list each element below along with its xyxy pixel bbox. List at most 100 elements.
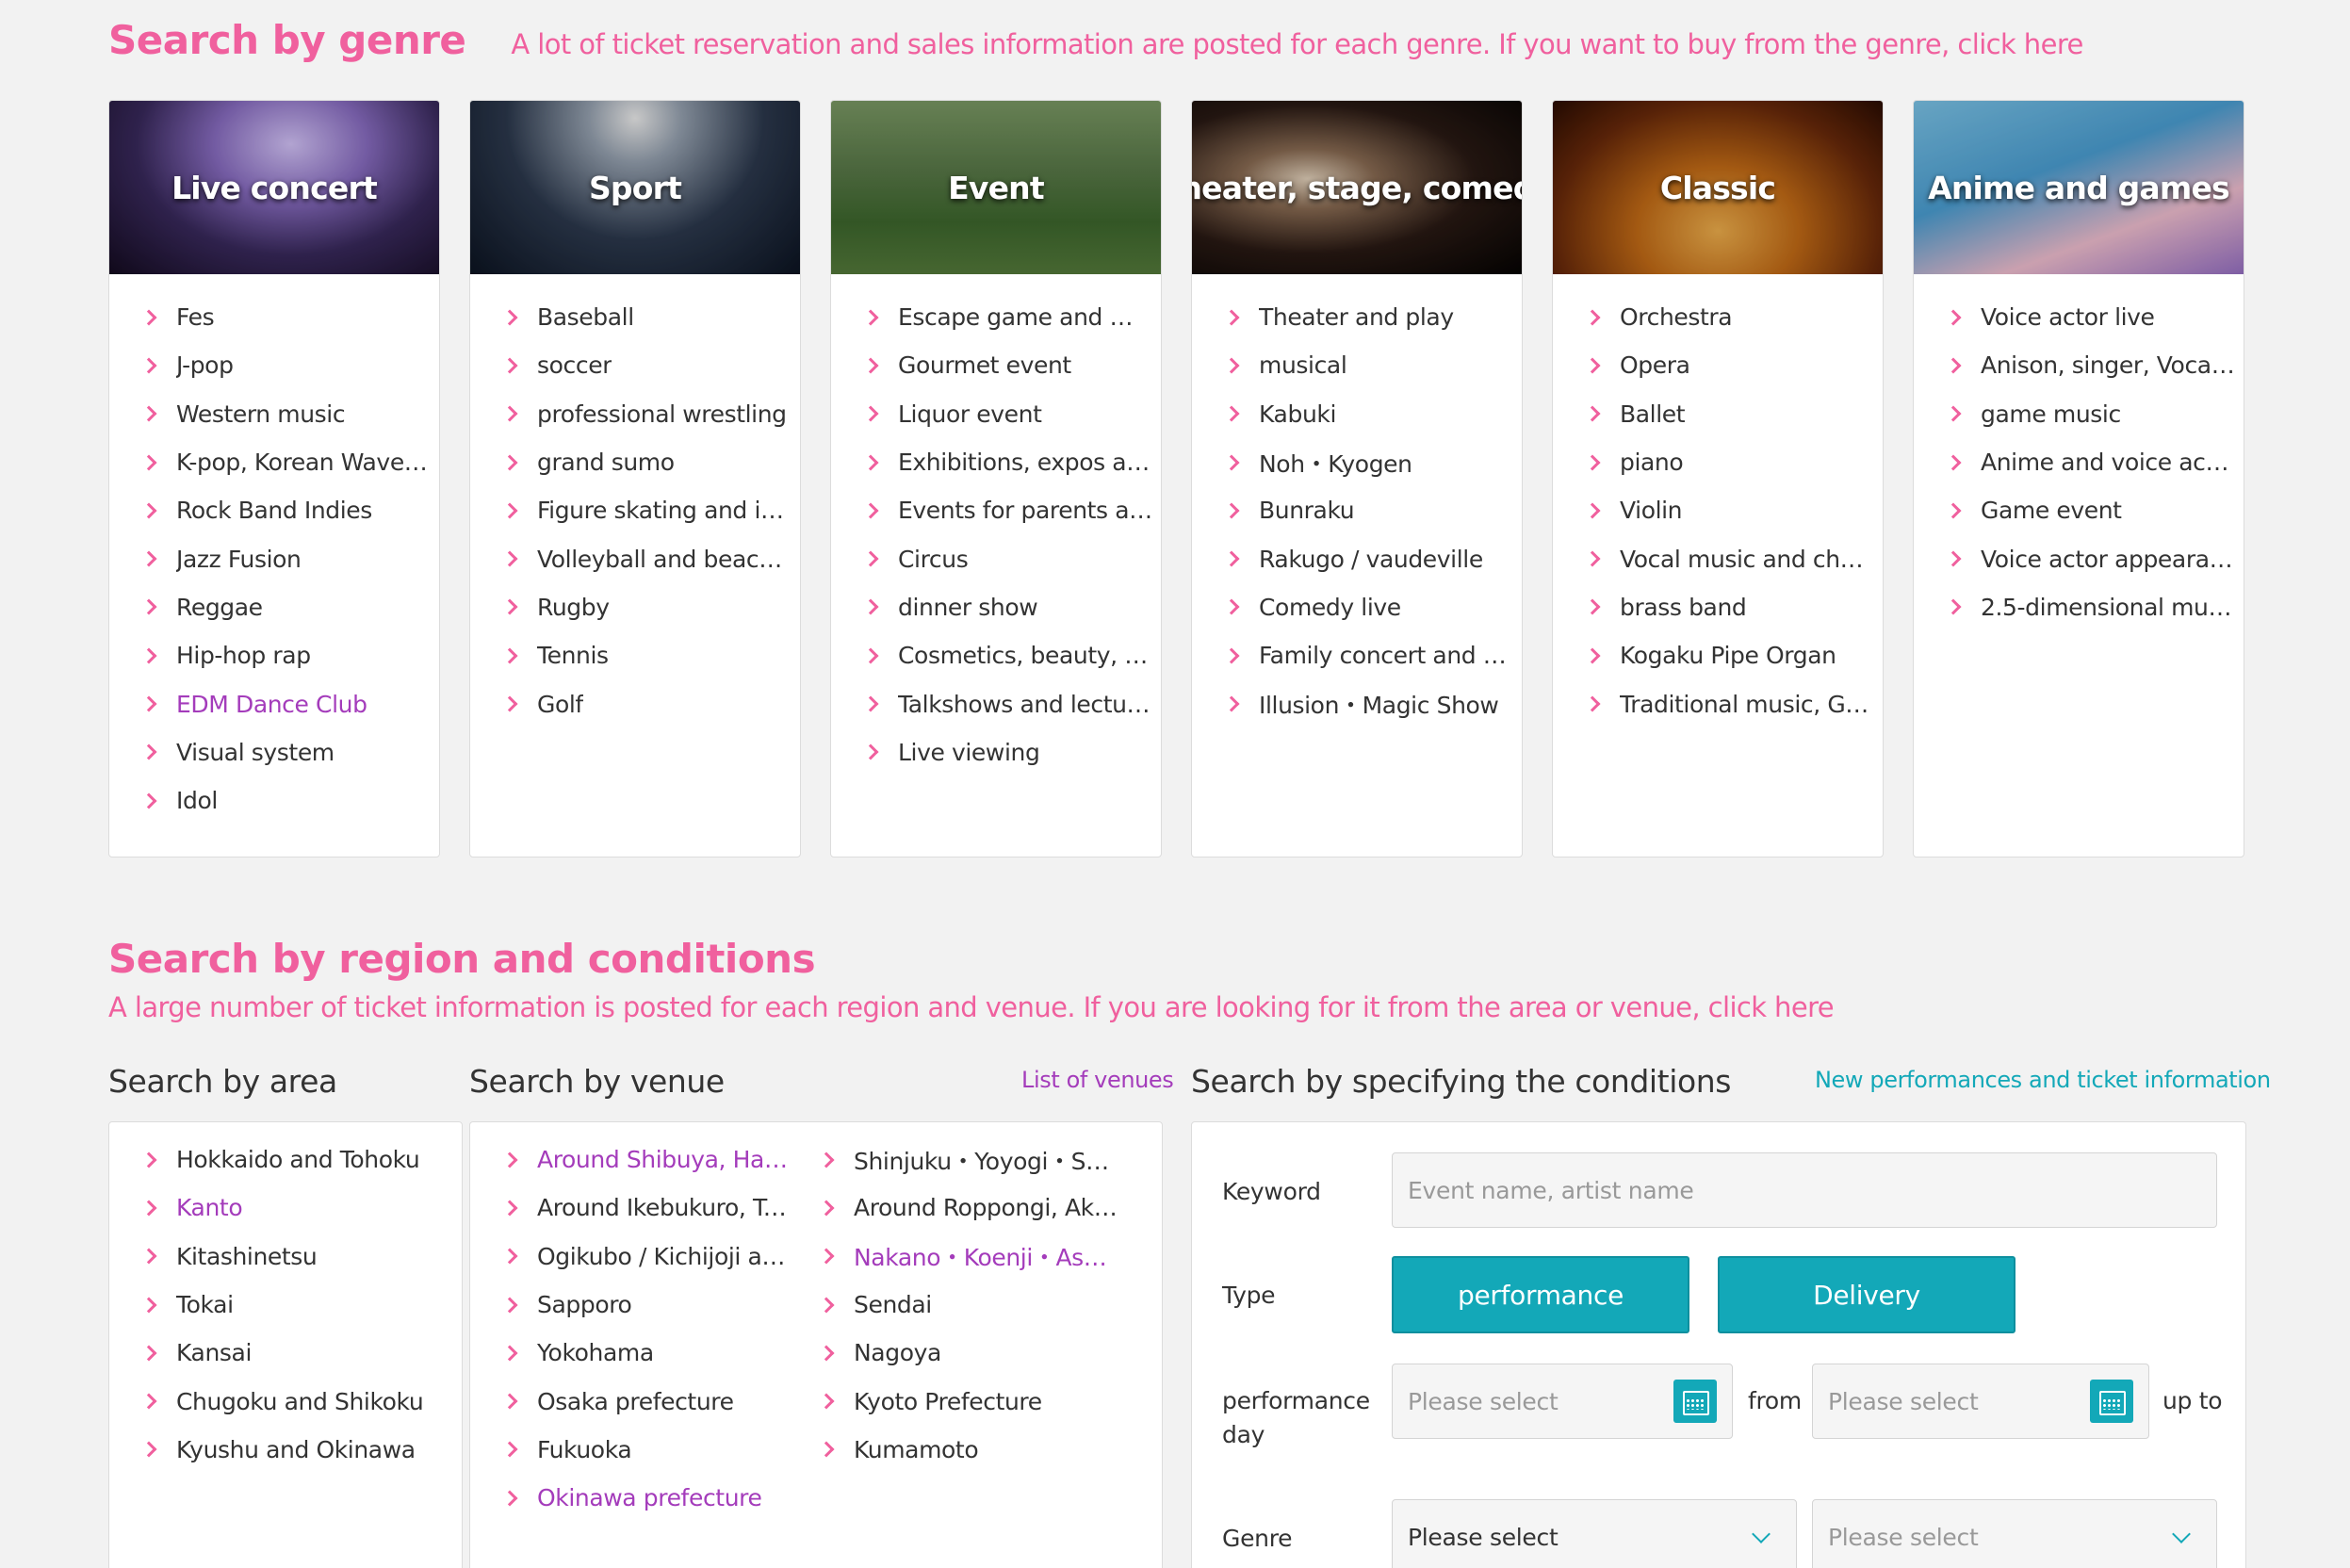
new-performances-link[interactable]: New performances and ticket information	[1815, 1067, 2271, 1093]
genre-item[interactable]: Anison, singer, Vocal…	[1945, 341, 2244, 389]
genre-item[interactable]: Volleyball and beac…	[501, 534, 800, 582]
genre-item[interactable]: Voice actor live	[1945, 293, 2244, 341]
genre-item[interactable]: Cosmetics, beauty, f…	[862, 631, 1161, 679]
genre-item[interactable]: Opera	[1584, 341, 1883, 389]
genre-item[interactable]: Gourmet event	[862, 341, 1161, 389]
genre-item[interactable]: professional wrestling	[501, 390, 800, 438]
area-item[interactable]: Tokai	[140, 1281, 462, 1329]
chevron-right-icon	[862, 743, 879, 760]
genre-item[interactable]: Talkshows and lectu…	[862, 679, 1161, 727]
genre-item[interactable]: Bunraku	[1223, 486, 1522, 534]
area-item[interactable]: Hokkaido and Tohoku	[140, 1135, 462, 1184]
list-of-venues-link[interactable]: List of venues	[1021, 1067, 1174, 1093]
genre-banner-theater[interactable]: Theater, stage, comedy	[1192, 101, 1522, 274]
genre-banner-live-concert[interactable]: Live concert	[109, 101, 439, 274]
genre-item[interactable]: Kogaku Pipe Organ	[1584, 631, 1883, 679]
genre-item[interactable]: Rugby	[501, 583, 800, 631]
date-to-input[interactable]: Please select	[1812, 1364, 2149, 1439]
venue-item[interactable]: Kumamoto	[818, 1426, 1141, 1474]
date-from-input[interactable]: Please select	[1392, 1364, 1733, 1439]
genre-banner-anime-games[interactable]: Anime and games	[1914, 101, 2244, 274]
genre-item[interactable]: J-pop	[140, 341, 439, 389]
genre-item[interactable]: Events for parents a…	[862, 486, 1161, 534]
genre-item[interactable]: Liquor event	[862, 390, 1161, 438]
venue-item[interactable]: Sendai	[818, 1281, 1141, 1329]
venue-item[interactable]: Osaka prefecture	[501, 1377, 806, 1425]
genre-item[interactable]: Western music	[140, 390, 439, 438]
genre-item[interactable]: Game event	[1945, 486, 2244, 534]
venue-item[interactable]: Sapporo	[501, 1281, 806, 1329]
genre-item[interactable]: Baseball	[501, 293, 800, 341]
area-item[interactable]: Chugoku and Shikoku	[140, 1377, 462, 1425]
genre-section-description[interactable]: A lot of ticket reservation and sales in…	[511, 28, 2083, 60]
area-item[interactable]: Kyushu and Okinawa	[140, 1426, 462, 1474]
genre-item[interactable]: Golf	[501, 679, 800, 727]
type-performance-button[interactable]: performance	[1392, 1256, 1689, 1333]
genre-item[interactable]: EDM Dance Club	[140, 679, 439, 727]
genre-item[interactable]: Hip-hop rap	[140, 631, 439, 679]
genre-item[interactable]: Illusion・Magic Show	[1223, 679, 1522, 727]
genre-item[interactable]: Vocal music and cho…	[1584, 534, 1883, 582]
genre-item[interactable]: game music	[1945, 390, 2244, 438]
from-text: from	[1748, 1387, 1802, 1414]
genre-item[interactable]: Ballet	[1584, 390, 1883, 438]
genre-item[interactable]: Visual system	[140, 728, 439, 776]
genre-item[interactable]: Fes	[140, 293, 439, 341]
genre-item[interactable]: Jazz Fusion	[140, 534, 439, 582]
venue-item[interactable]: Nagoya	[818, 1329, 1141, 1377]
genre-item[interactable]: musical	[1223, 341, 1522, 389]
genre-item[interactable]: grand sumo	[501, 438, 800, 486]
genre-item[interactable]: 2.5-dimensional mu…	[1945, 583, 2244, 631]
genre-item[interactable]: Theater and play	[1223, 293, 1522, 341]
genre-item[interactable]: Traditional music, G…	[1584, 679, 1883, 727]
venue-item[interactable]: Ogikubo / Kichijoji area	[501, 1233, 806, 1281]
genre-banner-event[interactable]: Event	[831, 101, 1161, 274]
area-item[interactable]: Kitashinetsu	[140, 1233, 462, 1281]
genre-item[interactable]: Circus	[862, 534, 1161, 582]
calendar-icon[interactable]	[1673, 1380, 1717, 1423]
keyword-input[interactable]: Event name, artist name	[1392, 1152, 2217, 1228]
genre-item[interactable]: piano	[1584, 438, 1883, 486]
genre-item[interactable]: Anime and voice act…	[1945, 438, 2244, 486]
genre-item[interactable]: Voice actor appeara…	[1945, 534, 2244, 582]
venue-item[interactable]: Kyoto Prefecture	[818, 1377, 1141, 1425]
genre-item[interactable]: Family concert and …	[1223, 631, 1522, 679]
type-delivery-button[interactable]: Delivery	[1718, 1256, 2015, 1333]
genre-item[interactable]: Live viewing	[862, 728, 1161, 776]
genre-item[interactable]: Orchestra	[1584, 293, 1883, 341]
chevron-right-icon	[1945, 550, 1962, 567]
area-item[interactable]: Kansai	[140, 1329, 462, 1377]
genre-item[interactable]: Idol	[140, 776, 439, 825]
chevron-right-icon	[1945, 502, 1962, 519]
genre-item[interactable]: Escape game and m…	[862, 293, 1161, 341]
genre-item[interactable]: brass band	[1584, 583, 1883, 631]
venue-item[interactable]: Shinjuku・Yoyogi・S…	[818, 1135, 1141, 1184]
genre-item[interactable]: K-pop, Korean Wave…	[140, 438, 439, 486]
genre-select[interactable]: Please select	[1392, 1499, 1797, 1568]
genre-item[interactable]: Reggae	[140, 583, 439, 631]
genre-item[interactable]: dinner show	[862, 583, 1161, 631]
genre-item[interactable]: soccer	[501, 341, 800, 389]
venue-item[interactable]: Around Roppongi, Ak…	[818, 1184, 1141, 1232]
genre-item[interactable]: Figure skating and i…	[501, 486, 800, 534]
genre-item[interactable]: Kabuki	[1223, 390, 1522, 438]
genre-item[interactable]: Rakugo / vaudeville	[1223, 534, 1522, 582]
genre-item[interactable]: Noh・Kyogen	[1223, 438, 1522, 486]
subgenre-select[interactable]: Please select	[1812, 1499, 2217, 1568]
genre-item[interactable]: Exhibitions, expos a…	[862, 438, 1161, 486]
venue-item[interactable]: Around Ikebukuro, Ta…	[501, 1184, 806, 1232]
genre-item[interactable]: Tennis	[501, 631, 800, 679]
venue-item[interactable]: Nakano・Koenji・As…	[818, 1233, 1141, 1281]
genre-item[interactable]: Comedy live	[1223, 583, 1522, 631]
genre-banner-classic[interactable]: Classic	[1553, 101, 1883, 274]
genre-banner-sport[interactable]: Sport	[470, 101, 800, 274]
calendar-icon[interactable]	[2090, 1380, 2133, 1423]
venue-item[interactable]: Fukuoka	[501, 1426, 806, 1474]
genre-item[interactable]: Rock Band Indies	[140, 486, 439, 534]
venue-item[interactable]: Okinawa prefecture	[501, 1474, 806, 1522]
area-item[interactable]: Kanto	[140, 1184, 462, 1232]
genre-item[interactable]: Violin	[1584, 486, 1883, 534]
venue-item[interactable]: Yokohama	[501, 1329, 806, 1377]
region-section-description[interactable]: A large number of ticket information is …	[108, 991, 1835, 1023]
venue-item[interactable]: Around Shibuya, Hara…	[501, 1135, 806, 1184]
